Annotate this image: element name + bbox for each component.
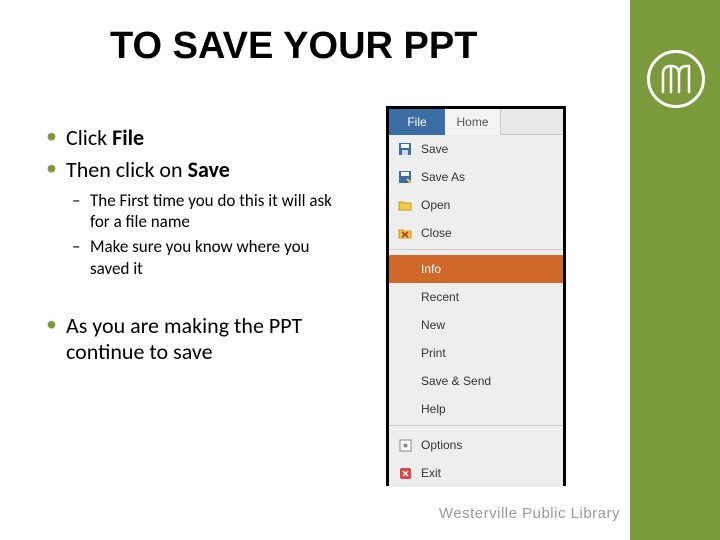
menu-save-as[interactable]: Save As [389,163,563,191]
brand-sidebar [630,0,720,540]
menu-label: Options [421,438,462,452]
subbullet-where-saved: Make sure you know where you saved it [66,236,350,279]
menu-label: Info [421,262,441,276]
menu-close[interactable]: Close [389,219,563,247]
blank-icon [397,317,413,333]
save-as-icon [397,169,413,185]
menu-info[interactable]: Info [389,255,563,283]
bullet-click-file: Click File [40,125,350,151]
menu-label: Save & Send [421,374,491,388]
library-logo-icon [647,50,705,108]
powerpoint-file-menu: File Home Save Save As Open Close [386,106,566,486]
bullet-click-save: Then click on Save The First time you do… [40,157,350,278]
slide: TO SAVE YOUR PPT Click File Then click o… [0,0,720,540]
exit-icon [397,465,413,481]
menu-new[interactable]: New [389,311,563,339]
blank-icon [397,345,413,361]
file-menu-body: Save Save As Open Close Info Recent [389,135,563,487]
slide-title: TO SAVE YOUR PPT [110,25,477,68]
bullet-bold: File [112,124,144,151]
ribbon-tabs: File Home [389,109,563,135]
blank-icon [397,261,413,277]
slide-body: Click File Then click on Save The First … [40,125,350,372]
save-icon [397,141,413,157]
menu-save[interactable]: Save [389,135,563,163]
blank-icon [397,373,413,389]
bullet-continue-save: As you are making the PPT continue to sa… [40,313,350,366]
menu-print[interactable]: Print [389,339,563,367]
menu-exit[interactable]: Exit [389,459,563,487]
menu-options[interactable]: Options [389,431,563,459]
options-icon [397,437,413,453]
menu-save-send[interactable]: Save & Send [389,367,563,395]
tab-home[interactable]: Home [445,109,501,135]
menu-recent[interactable]: Recent [389,283,563,311]
menu-label: Save As [421,170,465,184]
menu-label: Recent [421,290,459,304]
menu-open[interactable]: Open [389,191,563,219]
menu-help[interactable]: Help [389,395,563,423]
tab-file[interactable]: File [389,109,445,135]
menu-label: Close [421,226,452,240]
open-icon [397,197,413,213]
footer-library-name: Westerville Public Library [439,505,620,522]
menu-label: Open [421,198,450,212]
menu-label: Help [421,402,446,416]
subbullet-first-time: The First time you do this it will ask f… [66,190,350,233]
menu-label: Exit [421,466,441,480]
bullet-text: Then click on [66,156,188,183]
bullet-text: Click [66,124,112,151]
menu-label: New [421,318,445,332]
close-icon [397,225,413,241]
bullet-bold: Save [188,156,230,183]
menu-label: Print [421,346,446,360]
blank-icon [397,289,413,305]
blank-icon [397,401,413,417]
menu-label: Save [421,142,448,156]
